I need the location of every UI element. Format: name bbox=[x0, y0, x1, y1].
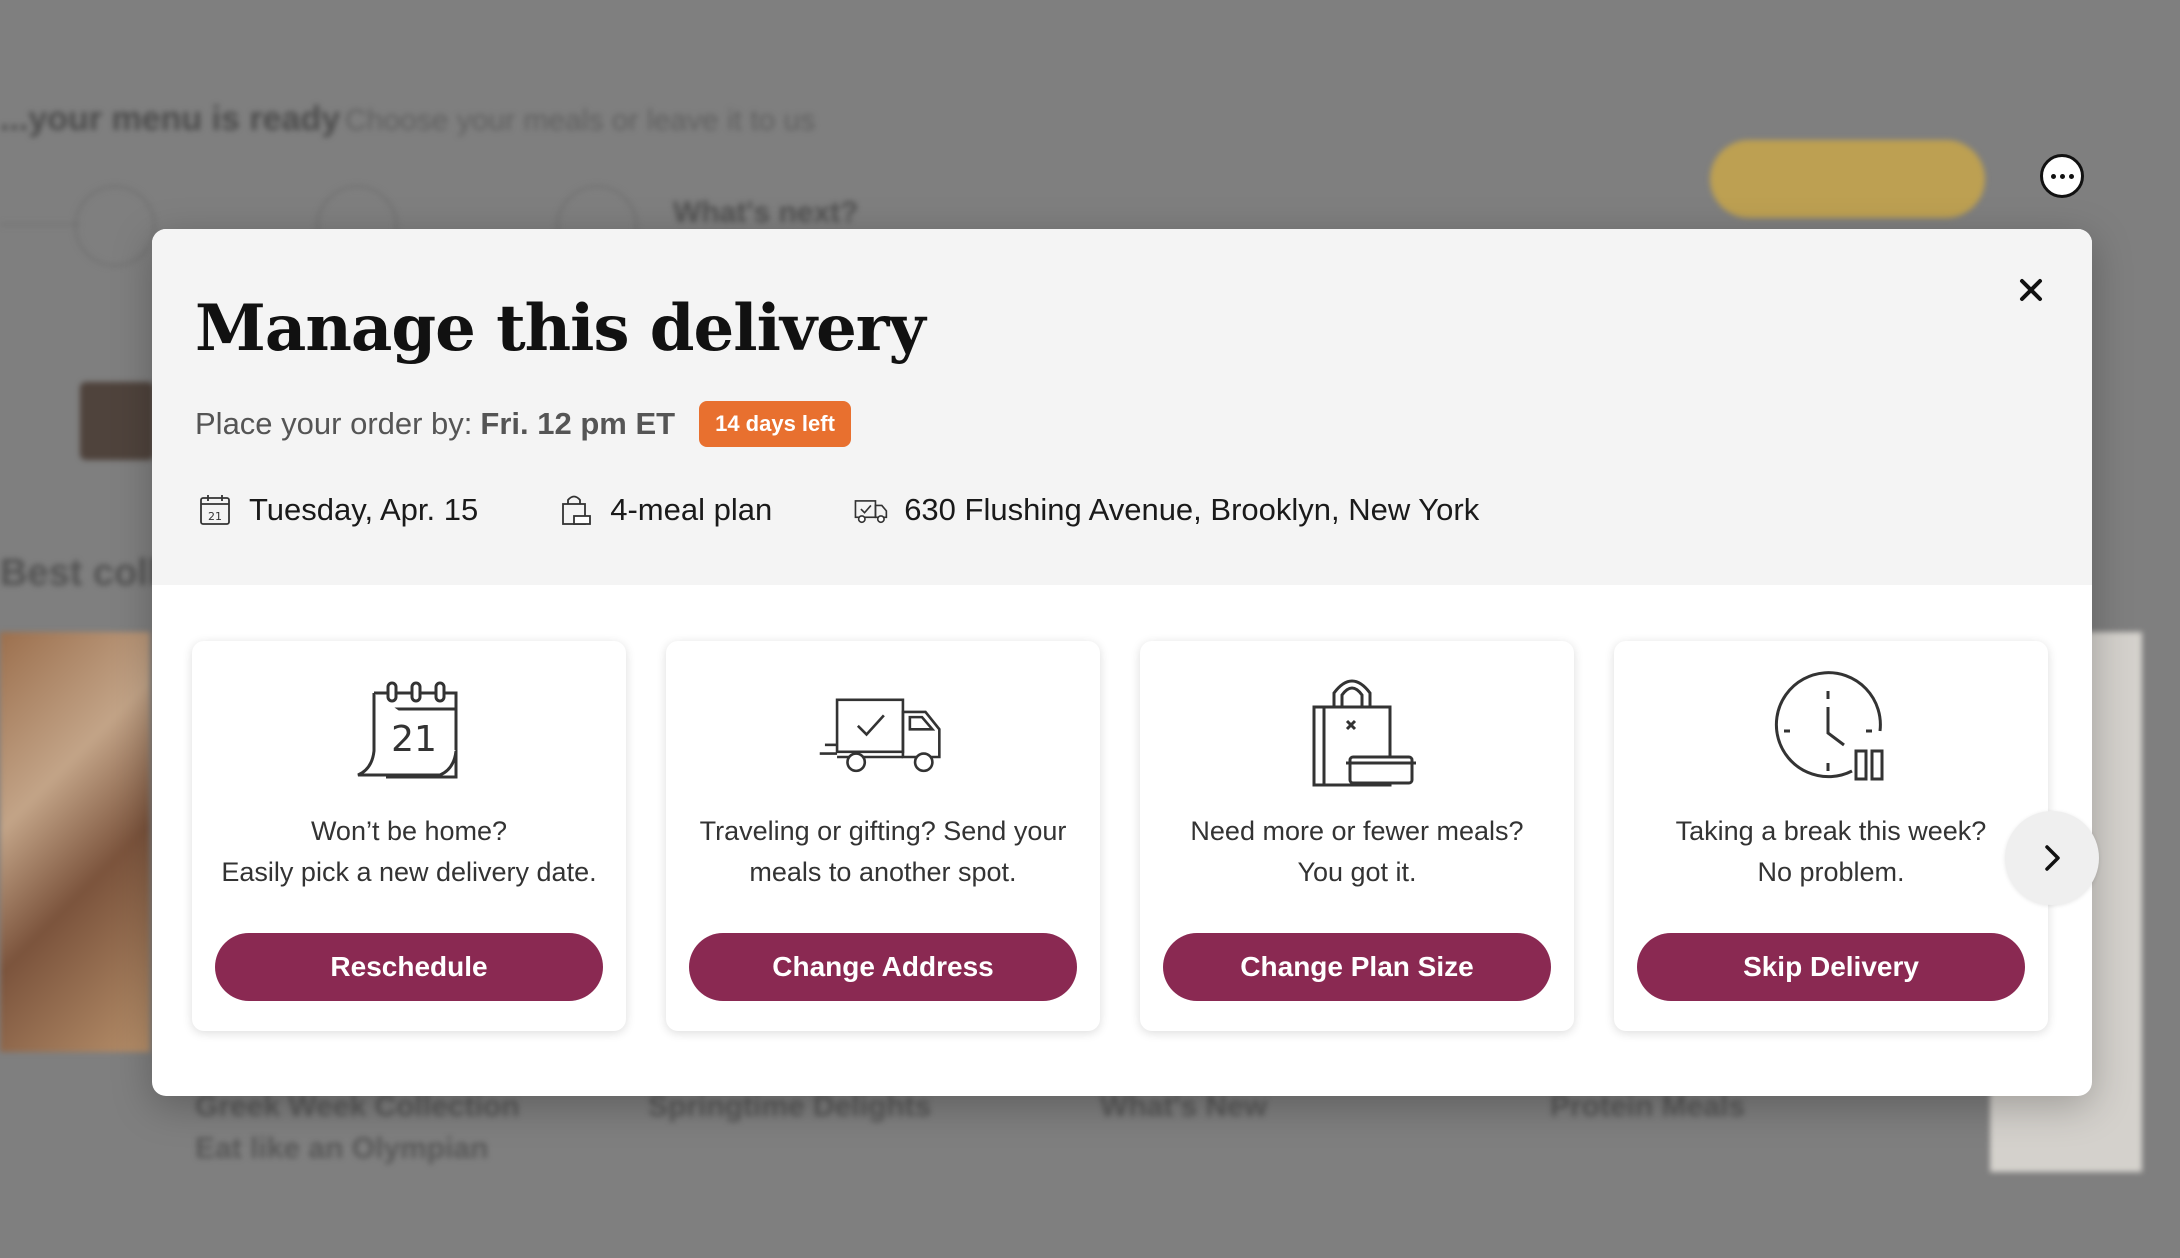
card-description: Need more or fewer meals? You got it. bbox=[1180, 811, 1533, 895]
days-left-badge: 14 days left bbox=[699, 401, 851, 447]
background-food-image bbox=[0, 632, 150, 1052]
card-text-line: No problem. bbox=[1757, 857, 1905, 887]
change-plan-size-card: Need more or fewer meals? You got it. Ch… bbox=[1140, 641, 1574, 1031]
meal-bag-icon bbox=[1292, 671, 1422, 791]
card-text-line: Easily pick a new delivery date. bbox=[221, 857, 597, 887]
more-dot bbox=[2068, 173, 2074, 179]
change-address-button[interactable]: Change Address bbox=[689, 933, 1077, 1001]
svg-text:21: 21 bbox=[208, 510, 222, 523]
svg-text:21: 21 bbox=[391, 719, 437, 760]
action-cards: 21 Won’t be home? Easily pick a new deli… bbox=[192, 641, 2048, 1031]
delivery-date: 21 Tuesday, Apr. 15 bbox=[195, 490, 478, 530]
card-description: Traveling or gifting? Send your meals to… bbox=[690, 811, 1077, 895]
skip-delivery-button[interactable]: Skip Delivery bbox=[1637, 933, 2025, 1001]
deadline-value: Fri. 12 pm ET bbox=[480, 406, 676, 441]
card-text-line: Won’t be home? bbox=[310, 816, 508, 846]
card-description: Won’t be home? Easily pick a new deliver… bbox=[211, 811, 606, 895]
card-text-line: Taking a break this week? bbox=[1675, 816, 1987, 846]
collection-caption-line2: Eat like an Olympian bbox=[195, 1132, 489, 1165]
meal-plan-text: 4-meal plan bbox=[610, 492, 773, 527]
card-description: Taking a break this week? No problem. bbox=[1666, 811, 1997, 895]
reschedule-button[interactable]: Reschedule bbox=[215, 933, 603, 1001]
card-text-line: Need more or fewer meals? bbox=[1190, 816, 1524, 846]
modal-title: Manage this delivery bbox=[195, 291, 926, 366]
next-cards-button[interactable] bbox=[2005, 811, 2099, 905]
calendar-icon: 21 bbox=[200, 495, 230, 525]
delivery-truck-icon bbox=[854, 500, 888, 524]
change-address-card: Traveling or gifting? Send your meals to… bbox=[666, 641, 1100, 1031]
card-text-line: meals to another spot. bbox=[749, 857, 1017, 887]
delivery-address-text: 630 Flushing Avenue, Brooklyn, New York bbox=[904, 492, 1480, 527]
more-dot bbox=[2059, 173, 2065, 179]
background-subheading: Choose your meals or leave it to us bbox=[345, 104, 816, 137]
skip-delivery-card: Taking a break this week? No problem. Sk… bbox=[1614, 641, 2048, 1031]
modal-header: Manage this delivery Place your order by… bbox=[152, 229, 2092, 585]
delivery-truck-icon bbox=[818, 671, 948, 791]
background-thumbnail bbox=[80, 382, 154, 460]
delivery-info: 21 Tuesday, Apr. 15 4-meal plan 630 Flus… bbox=[195, 485, 1557, 535]
order-deadline: Place your order by: Fri. 12 pm ET 14 da… bbox=[195, 399, 851, 449]
more-dot bbox=[2050, 173, 2056, 179]
close-icon bbox=[2020, 279, 2042, 301]
meal-bag-icon bbox=[562, 495, 592, 525]
manage-delivery-modal: Manage this delivery Place your order by… bbox=[152, 229, 2092, 1096]
meal-plan: 4-meal plan bbox=[556, 490, 772, 530]
progress-step-label: What's next? bbox=[673, 196, 859, 229]
clock-pause-icon bbox=[1766, 671, 1896, 791]
progress-step-1 bbox=[74, 185, 156, 267]
calendar-icon: 21 bbox=[344, 671, 474, 791]
card-text-line: You got it. bbox=[1297, 857, 1417, 887]
change-plan-size-button[interactable]: Change Plan Size bbox=[1163, 933, 1551, 1001]
card-text-line: Traveling or gifting? Send your bbox=[699, 816, 1067, 846]
deadline-label: Place your order by: bbox=[195, 406, 473, 441]
delivery-date-text: Tuesday, Apr. 15 bbox=[249, 492, 479, 527]
more-options-button[interactable] bbox=[2040, 154, 2084, 198]
progress-line bbox=[0, 223, 80, 226]
background-heading: ...your menu is ready bbox=[0, 100, 341, 138]
delivery-address: 630 Flushing Avenue, Brooklyn, New York bbox=[850, 490, 1479, 530]
browse-menu-button bbox=[1710, 140, 1985, 218]
reschedule-card: 21 Won’t be home? Easily pick a new deli… bbox=[192, 641, 626, 1031]
close-button[interactable] bbox=[2006, 265, 2056, 315]
chevron-right-icon bbox=[2045, 845, 2060, 871]
